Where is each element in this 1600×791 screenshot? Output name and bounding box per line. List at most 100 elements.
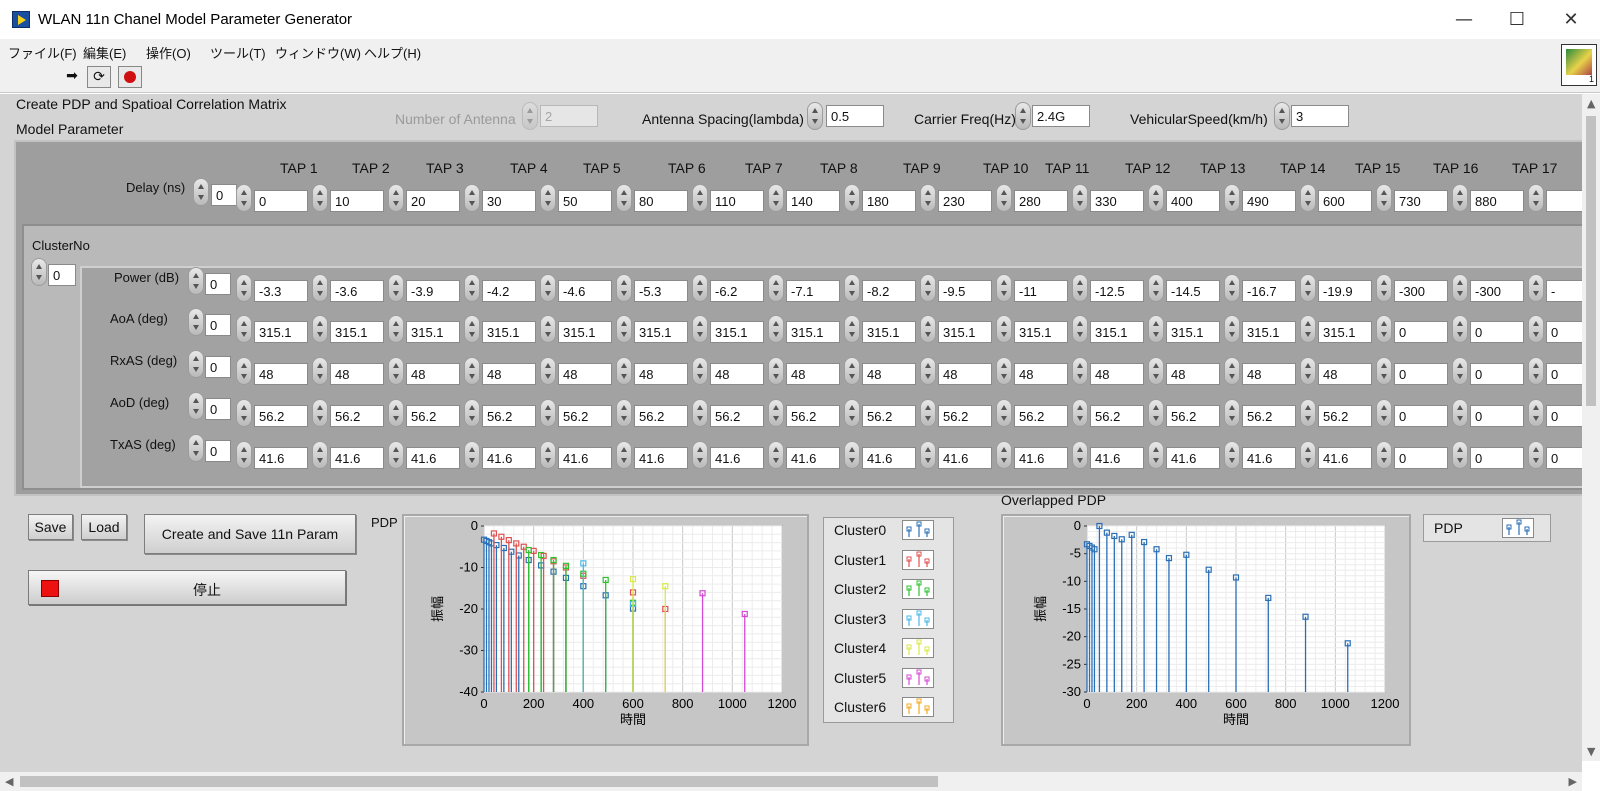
power-tap-spinner[interactable]: [1376, 274, 1392, 302]
rxas-tap-spinner[interactable]: [1300, 357, 1316, 385]
aoa-tap-spinner[interactable]: [1224, 315, 1240, 343]
menu-operate[interactable]: 操作(O): [146, 43, 191, 62]
power-tap-spinner[interactable]: [464, 274, 480, 302]
aod-tap-field[interactable]: 56.2: [710, 405, 764, 427]
aod-tap-spinner[interactable]: [920, 399, 936, 427]
rxas-tap-field[interactable]: 48: [1318, 363, 1372, 385]
rxas-tap-spinner[interactable]: [236, 357, 252, 385]
delay-tap-field[interactable]: 110: [710, 190, 764, 212]
power-tap-field[interactable]: -8.2: [862, 280, 916, 302]
vertical-scroll-thumb[interactable]: [1586, 116, 1596, 406]
aoa-tap-spinner[interactable]: [920, 315, 936, 343]
aod-tap-spinner[interactable]: [1452, 399, 1468, 427]
aoa-tap-field[interactable]: 315.1: [482, 321, 536, 343]
aod-tap-field[interactable]: 56.2: [1090, 405, 1144, 427]
delay-tap-field[interactable]: 280: [1014, 190, 1068, 212]
aoa-tap-spinner[interactable]: [540, 315, 556, 343]
aod-tap-spinner[interactable]: [312, 399, 328, 427]
delay-tap-spinner[interactable]: [1072, 184, 1088, 212]
aoa-tap-field[interactable]: 0: [1546, 321, 1582, 343]
delay-tap-field[interactable]: 0: [254, 190, 308, 212]
delay-tap-spinner[interactable]: [1528, 184, 1544, 212]
rxas-tap-spinner[interactable]: [388, 357, 404, 385]
txas-tap-spinner[interactable]: [1148, 441, 1164, 469]
rxas-tap-field[interactable]: 48: [862, 363, 916, 385]
aoa-tap-spinner[interactable]: [312, 315, 328, 343]
delay-tap-spinner[interactable]: [1148, 184, 1164, 212]
power-tap-field[interactable]: -: [1546, 280, 1582, 302]
aoa-tap-field[interactable]: 315.1: [558, 321, 612, 343]
aoa-tap-spinner[interactable]: [844, 315, 860, 343]
txas-tap-field[interactable]: 41.6: [254, 447, 308, 469]
aoa-tap-spinner[interactable]: [768, 315, 784, 343]
power-tap-spinner[interactable]: [236, 274, 252, 302]
txas-tap-spinner[interactable]: [312, 441, 328, 469]
delay-index-spinner[interactable]: [193, 178, 209, 206]
txas-tap-field[interactable]: 41.6: [558, 447, 612, 469]
aod-tap-field[interactable]: 0: [1470, 405, 1524, 427]
power-tap-spinner[interactable]: [616, 274, 632, 302]
delay-tap-field[interactable]: 880: [1470, 190, 1524, 212]
delay-tap-field[interactable]: 400: [1166, 190, 1220, 212]
txas-tap-field[interactable]: 41.6: [1014, 447, 1068, 469]
aod-tap-field[interactable]: 56.2: [938, 405, 992, 427]
delay-tap-field[interactable]: 80: [634, 190, 688, 212]
delay-tap-spinner[interactable]: [464, 184, 480, 212]
txas-tap-field[interactable]: 41.6: [938, 447, 992, 469]
antenna-spacing-field[interactable]: 0.5: [826, 105, 884, 127]
rxas-tap-field[interactable]: 48: [1166, 363, 1220, 385]
power-tap-field[interactable]: -12.5: [1090, 280, 1144, 302]
aod-index-spinner[interactable]: [188, 392, 204, 420]
power-tap-spinner[interactable]: [1148, 274, 1164, 302]
menu-window[interactable]: ウィンドウ(W): [275, 43, 361, 62]
txas-tap-field[interactable]: 41.6: [1166, 447, 1220, 469]
delay-tap-spinner[interactable]: [540, 184, 556, 212]
txas-tap-field[interactable]: 41.6: [786, 447, 840, 469]
rxas-tap-spinner[interactable]: [768, 357, 784, 385]
power-tap-field[interactable]: -3.9: [406, 280, 460, 302]
rxas-tap-field[interactable]: 48: [1090, 363, 1144, 385]
rxas-tap-spinner[interactable]: [540, 357, 556, 385]
power-tap-spinner[interactable]: [996, 274, 1012, 302]
aod-tap-spinner[interactable]: [1376, 399, 1392, 427]
aod-tap-spinner[interactable]: [1224, 399, 1240, 427]
aod-tap-field[interactable]: 56.2: [1242, 405, 1296, 427]
delay-tap-field[interactable]: 230: [938, 190, 992, 212]
delay-index-field[interactable]: 0: [211, 184, 237, 206]
power-tap-field[interactable]: -16.7: [1242, 280, 1296, 302]
aod-tap-spinner[interactable]: [1300, 399, 1316, 427]
aod-tap-spinner[interactable]: [540, 399, 556, 427]
menu-file[interactable]: ファイル(F): [8, 43, 77, 62]
aoa-tap-spinner[interactable]: [236, 315, 252, 343]
power-tap-field[interactable]: -5.3: [634, 280, 688, 302]
power-tap-field[interactable]: -4.6: [558, 280, 612, 302]
txas-tap-spinner[interactable]: [920, 441, 936, 469]
power-tap-spinner[interactable]: [768, 274, 784, 302]
aod-tap-field[interactable]: 0: [1394, 405, 1448, 427]
txas-tap-field[interactable]: 41.6: [1318, 447, 1372, 469]
aod-index-field[interactable]: 0: [205, 398, 231, 420]
aod-tap-spinner[interactable]: [768, 399, 784, 427]
power-tap-field[interactable]: -3.3: [254, 280, 308, 302]
aod-tap-spinner[interactable]: [616, 399, 632, 427]
power-tap-spinner[interactable]: [844, 274, 860, 302]
delay-tap-field[interactable]: 180: [862, 190, 916, 212]
power-tap-field[interactable]: -19.9: [1318, 280, 1372, 302]
txas-tap-field[interactable]: 41.6: [710, 447, 764, 469]
txas-tap-field[interactable]: 41.6: [634, 447, 688, 469]
delay-tap-field[interactable]: 140: [786, 190, 840, 212]
power-tap-spinner[interactable]: [1452, 274, 1468, 302]
aoa-tap-spinner[interactable]: [464, 315, 480, 343]
delay-tap-spinner[interactable]: [768, 184, 784, 212]
aod-tap-field[interactable]: 56.2: [558, 405, 612, 427]
aoa-tap-spinner[interactable]: [616, 315, 632, 343]
rxas-tap-field[interactable]: 48: [938, 363, 992, 385]
txas-tap-spinner[interactable]: [1300, 441, 1316, 469]
aod-tap-spinner[interactable]: [844, 399, 860, 427]
aoa-tap-field[interactable]: 315.1: [1242, 321, 1296, 343]
rxas-tap-field[interactable]: 48: [254, 363, 308, 385]
aoa-tap-spinner[interactable]: [1452, 315, 1468, 343]
menu-edit[interactable]: 編集(E): [83, 43, 126, 62]
stop-button[interactable]: 停止: [28, 570, 346, 605]
txas-tap-spinner[interactable]: [616, 441, 632, 469]
